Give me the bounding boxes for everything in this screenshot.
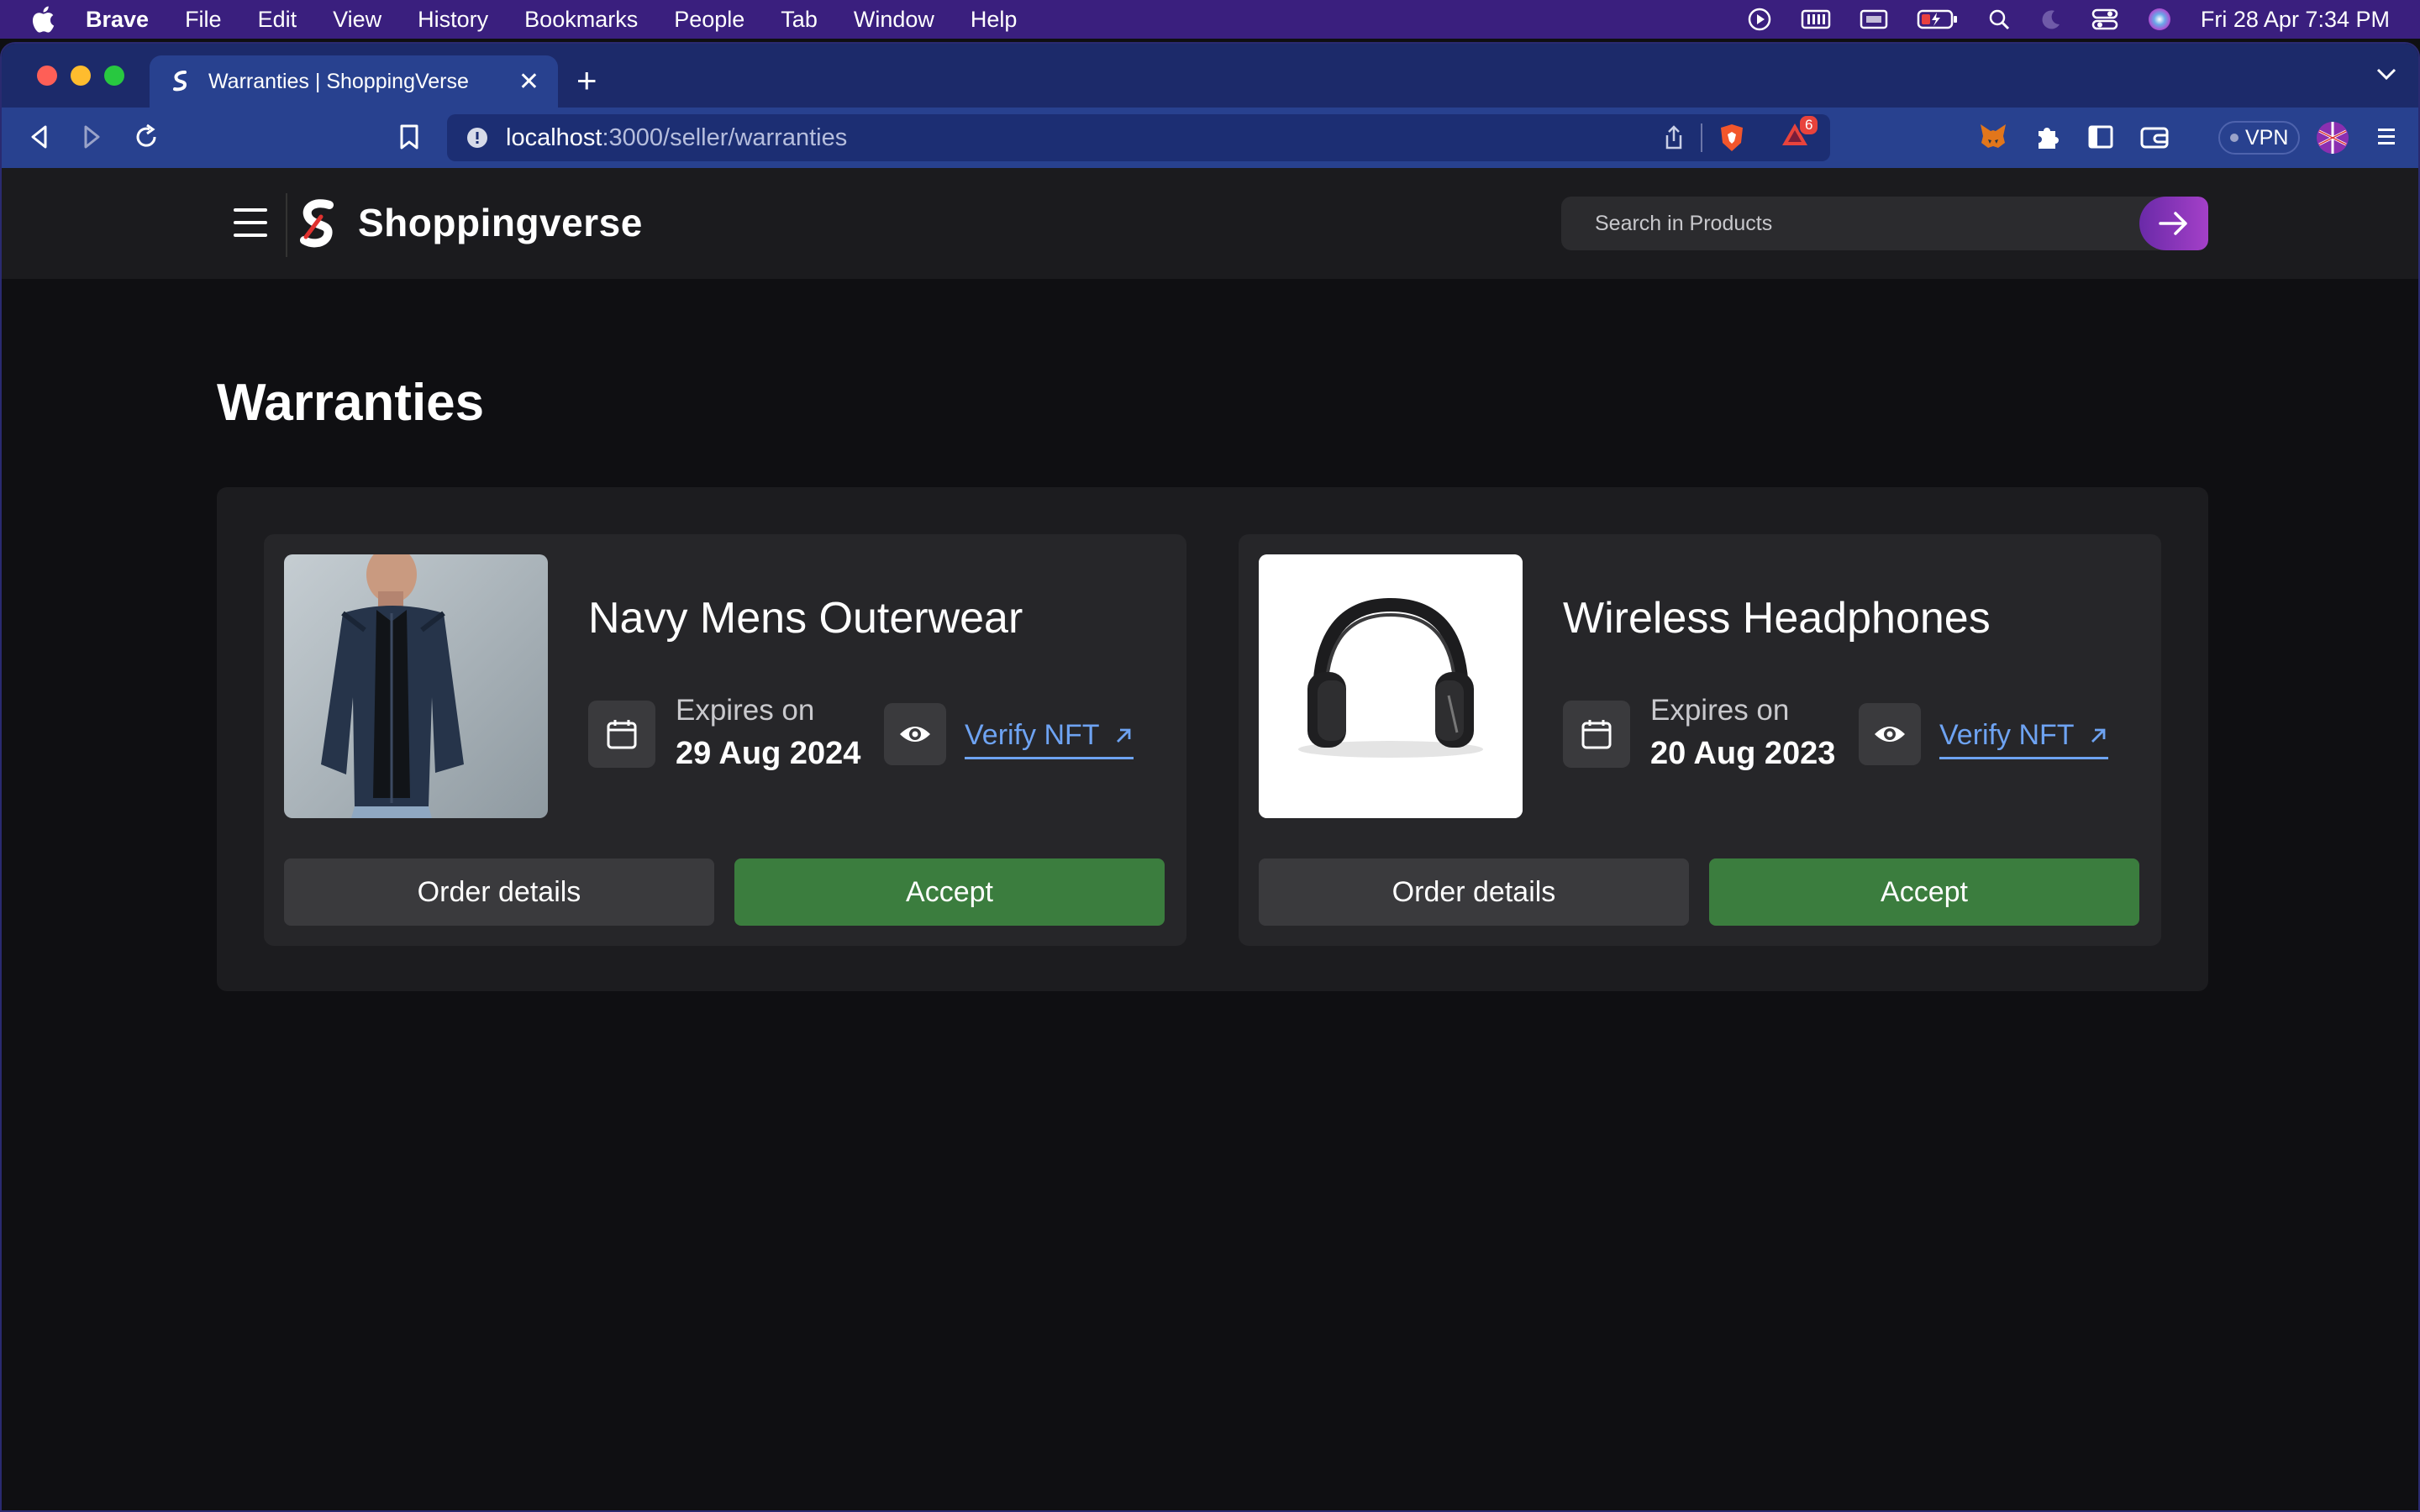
accept-button[interactable]: Accept — [734, 858, 1165, 926]
verify-nft-label: Verify NFT — [1939, 719, 2075, 751]
siri-icon[interactable] — [2147, 7, 2172, 32]
metamask-fox-icon[interactable] — [1978, 121, 2008, 151]
arrow-right-icon — [2159, 212, 2187, 235]
tab-title: Warranties | ShoppingVerse — [208, 69, 469, 93]
verify-nft-link[interactable]: Verify NFT — [1939, 719, 2108, 759]
product-name: Navy Mens Outerwear — [588, 594, 1023, 643]
menu-people[interactable]: People — [674, 7, 744, 33]
macos-menu-bar: Brave File Edit View History Bookmarks P… — [0, 0, 2420, 39]
eye-icon-box — [1859, 703, 1921, 765]
search-submit-button[interactable] — [2139, 197, 2208, 250]
eye-icon-box — [884, 703, 946, 765]
memory-icon[interactable] — [1801, 8, 1831, 31]
product-name: Wireless Headphones — [1563, 594, 1991, 643]
address-bar[interactable]: localhost:3000/seller/warranties 6 — [447, 114, 1830, 161]
search-icon[interactable] — [1987, 8, 2011, 31]
search-input[interactable] — [1561, 197, 2149, 250]
shoppingverse-app: Shoppingverse Warranties — [2, 168, 2418, 1510]
app-navbar: Shoppingverse — [2, 168, 2418, 279]
browser-window: Warranties | ShoppingVerse ✕ + localhost… — [0, 42, 2420, 1512]
profile-avatar-icon[interactable] — [2316, 121, 2349, 155]
brave-shields-icon[interactable] — [1718, 123, 1746, 153]
url-divider — [1701, 123, 1702, 152]
product-image-jacket[interactable] — [284, 554, 548, 818]
page-title: Warranties — [217, 374, 485, 432]
order-details-button[interactable]: Order details — [284, 858, 714, 926]
brave-rewards-button[interactable]: 6 — [1780, 114, 1820, 155]
play-icon[interactable] — [1747, 7, 1772, 32]
shoppingverse-logo-icon[interactable] — [297, 198, 339, 250]
battery-icon[interactable] — [1917, 8, 1959, 31]
expires-date: 29 Aug 2024 — [676, 736, 861, 771]
extensions-puzzle-icon[interactable] — [2033, 123, 2060, 151]
menu-history[interactable]: History — [418, 7, 488, 33]
shoppingverse-favicon-icon — [173, 71, 187, 92]
external-link-arrow-icon — [2091, 728, 2105, 743]
warranty-card: Navy Mens Outerwear Expires on 29 Aug 20… — [264, 534, 1186, 946]
url-host: localhost — [506, 123, 602, 151]
vpn-status-dot — [2230, 134, 2238, 142]
calendar-icon — [1581, 720, 1612, 749]
url-path: :3000/seller/warranties — [602, 123, 848, 151]
expires-label: Expires on — [676, 694, 815, 727]
warranties-panel: Navy Mens Outerwear Expires on 29 Aug 20… — [217, 487, 2208, 991]
warranty-card: Wireless Headphones Expires on 20 Aug 20… — [1239, 534, 2161, 946]
calendar-icon-box — [588, 701, 655, 768]
external-link-arrow-icon — [1116, 728, 1130, 743]
product-search — [1561, 197, 2208, 250]
expires-date: 20 Aug 2023 — [1650, 736, 1836, 771]
bookmark-icon[interactable] — [398, 123, 420, 151]
tab-strip: Warranties | ShoppingVerse ✕ + — [2, 44, 2418, 108]
order-details-button[interactable]: Order details — [1259, 858, 1689, 926]
menubar-status-area: Fri 28 Apr 7:34 PM — [1747, 0, 2390, 39]
headphones-photo-icon — [1259, 554, 1523, 818]
sidebar-toggle-icon[interactable] — [2087, 123, 2114, 151]
browser-menu-icon[interactable] — [2376, 123, 2396, 151]
share-icon[interactable] — [1662, 124, 1686, 151]
menu-view[interactable]: View — [333, 7, 381, 33]
forward-icon[interactable] — [79, 123, 104, 151]
vpn-button[interactable]: VPN — [2218, 121, 2301, 155]
close-window-button[interactable] — [37, 66, 57, 86]
menu-app-name[interactable]: Brave — [86, 7, 149, 33]
menu-bookmarks[interactable]: Bookmarks — [524, 7, 638, 33]
verify-nft-label: Verify NFT — [965, 719, 1100, 751]
hamburger-menu-icon[interactable] — [234, 208, 267, 237]
back-icon[interactable] — [27, 123, 52, 151]
brand-name[interactable]: Shoppingverse — [358, 200, 643, 245]
new-tab-icon[interactable]: + — [576, 60, 597, 101]
apple-logo-icon[interactable] — [30, 5, 55, 34]
menubar-clock[interactable]: Fri 28 Apr 7:34 PM — [2201, 7, 2390, 33]
eye-icon — [900, 727, 930, 742]
moon-icon[interactable] — [2039, 8, 2063, 31]
accept-button[interactable]: Accept — [1709, 858, 2139, 926]
menu-help[interactable]: Help — [971, 7, 1018, 33]
tab-warranties[interactable]: Warranties | ShoppingVerse ✕ — [150, 55, 558, 108]
browser-toolbar: localhost:3000/seller/warranties 6 VPN — [2, 108, 2418, 168]
jacket-photo-icon — [284, 554, 548, 818]
maximize-window-button[interactable] — [104, 66, 124, 86]
menu-tab[interactable]: Tab — [781, 7, 818, 33]
close-tab-icon[interactable]: ✕ — [518, 67, 539, 97]
chevron-down-icon[interactable] — [2375, 66, 2398, 82]
verify-nft-link[interactable]: Verify NFT — [965, 719, 1134, 759]
reload-icon[interactable] — [133, 123, 160, 151]
menu-window[interactable]: Window — [854, 7, 934, 33]
vpn-label: VPN — [2245, 125, 2289, 150]
display-icon[interactable] — [1860, 8, 1888, 31]
rewards-badge: 6 — [1798, 114, 1820, 136]
site-info-icon[interactable] — [466, 126, 489, 150]
minimize-window-button[interactable] — [71, 66, 91, 86]
menu-edit[interactable]: Edit — [258, 7, 297, 33]
wallet-icon[interactable] — [2139, 123, 2170, 151]
expires-label: Expires on — [1650, 694, 1790, 727]
control-center-icon[interactable] — [2091, 8, 2118, 31]
product-image-headphones[interactable] — [1259, 554, 1523, 818]
navbar-divider — [286, 193, 287, 257]
menu-file[interactable]: File — [185, 7, 222, 33]
eye-icon — [1875, 727, 1905, 742]
calendar-icon — [607, 720, 637, 749]
calendar-icon-box — [1563, 701, 1630, 768]
